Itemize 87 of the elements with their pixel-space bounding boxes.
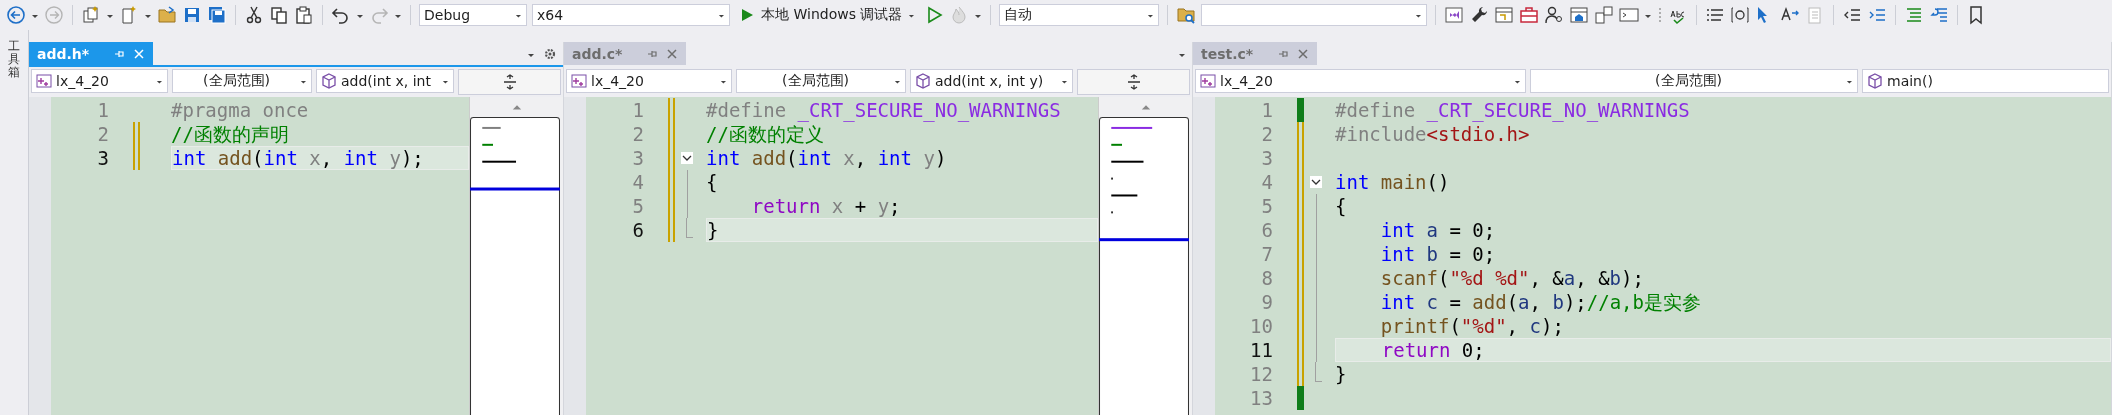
line-number: 1 — [96, 98, 109, 122]
scope-dropdown[interactable]: (全局范围) — [736, 69, 906, 93]
windows-icon[interactable] — [81, 5, 101, 25]
line-number: 11 — [1249, 338, 1273, 362]
code-line: #include<stdio.h> — [1335, 123, 1530, 145]
code-line: int c = add(a, b);//a,b是实参 — [1379, 291, 1701, 313]
code-line: { — [706, 171, 718, 193]
code-line: int a = 0; — [1379, 219, 1496, 241]
line-number: 5 — [631, 194, 644, 218]
configuration-dropdown[interactable]: Debug — [419, 4, 527, 26]
fold-icon[interactable] — [681, 152, 693, 164]
line-number: 1 — [1260, 98, 1273, 122]
code-line: int add(int x, int y) — [706, 147, 947, 169]
line-number: 7 — [1260, 242, 1273, 266]
run-button[interactable]: 本地 Windows 调试器 — [735, 3, 920, 27]
split-icon — [1125, 74, 1142, 90]
home-window-icon[interactable] — [1569, 5, 1590, 25]
copy-icon[interactable] — [269, 5, 289, 25]
project-dropdown[interactable]: lx_4_20 — [31, 69, 168, 93]
project-dropdown[interactable]: lx_4_20 — [1195, 69, 1526, 93]
project-dropdown[interactable]: lx_4_20 — [566, 69, 732, 93]
open-folder-icon[interactable] — [157, 5, 177, 25]
wrap-icon[interactable] — [1929, 5, 1950, 25]
fold-icon[interactable] — [1310, 176, 1322, 188]
line-number: 2 — [1260, 122, 1273, 146]
minimap-drawing[interactable] — [1099, 117, 1189, 415]
split-icon — [501, 74, 518, 90]
project-icon — [36, 73, 52, 89]
cube-icon — [321, 73, 337, 89]
code-line: int b = 0; — [1379, 243, 1496, 265]
mode-dropdown[interactable]: 自动 — [999, 4, 1160, 26]
code-line: //函数的定义 — [706, 123, 824, 145]
line-number: 5 — [1260, 194, 1273, 218]
line-number: 2 — [631, 122, 644, 146]
code-line: } — [1335, 363, 1347, 385]
line-number: 2 — [96, 122, 109, 146]
member-dropdown[interactable]: add(int x, int y) — [910, 69, 1073, 93]
panels-icon[interactable] — [1594, 5, 1615, 25]
code-line: scanf("%d %d", &a, &b); — [1379, 267, 1644, 289]
play-icon — [739, 7, 755, 23]
minimap-drawing[interactable] — [470, 117, 560, 415]
close-icon[interactable] — [1297, 47, 1310, 60]
line-number: 3 — [631, 146, 644, 170]
line-number: 13 — [1249, 386, 1273, 410]
line-number: 1 — [631, 98, 644, 122]
project-icon — [571, 73, 587, 89]
back-icon[interactable] — [6, 5, 26, 25]
grip-icon[interactable] — [1657, 6, 1664, 24]
cube-icon — [1867, 73, 1883, 89]
code-line: int main() — [1335, 171, 1450, 193]
toolbox-tab[interactable]: 工具箱 — [8, 40, 20, 80]
line-number: 10 — [1249, 314, 1273, 338]
scope-dropdown[interactable]: (全局范围) — [1530, 69, 1858, 93]
line-number: 3 — [96, 146, 109, 170]
toolbox-icon[interactable] — [1519, 5, 1540, 25]
member-dropdown[interactable]: add(int x, int — [316, 69, 454, 93]
paste-icon[interactable] — [294, 5, 314, 25]
member-dropdown[interactable]: main() — [1862, 69, 2109, 93]
code-line: #define _CRT_SECURE_NO_WARNINGS — [706, 99, 1061, 121]
code-line: printf("%d", c); — [1379, 315, 1564, 337]
project-icon — [1200, 73, 1216, 89]
code-line: { — [1335, 195, 1347, 217]
code-line: return x + y; — [750, 195, 901, 217]
code-line: //函数的声明 — [171, 123, 289, 145]
undo-icon[interactable] — [331, 5, 351, 25]
settings-icon[interactable] — [543, 46, 557, 61]
close-icon[interactable] — [666, 47, 679, 60]
line-number: 4 — [1260, 170, 1273, 194]
code-line: #define _CRT_SECURE_NO_WARNINGS — [1335, 99, 1690, 121]
cut-icon[interactable] — [244, 5, 264, 25]
cube-icon — [915, 73, 931, 89]
save-icon[interactable] — [182, 5, 202, 25]
window-icon[interactable] — [1444, 5, 1465, 25]
line-number: 8 — [1260, 266, 1273, 290]
code-line: #pragma once — [171, 99, 309, 121]
line-number: 6 — [1260, 218, 1273, 242]
line-number: 3 — [1260, 146, 1273, 170]
scope-dropdown[interactable]: (全局范围) — [172, 69, 312, 93]
platform-dropdown[interactable]: x64 — [532, 4, 730, 26]
folder-search-icon[interactable] — [1176, 5, 1197, 25]
close-icon[interactable] — [133, 47, 146, 60]
line-number: 6 — [631, 218, 644, 242]
line-number: 4 — [631, 170, 644, 194]
line-number: 9 — [1260, 290, 1273, 314]
save-all-icon[interactable] — [207, 5, 227, 25]
person-icon[interactable] — [1544, 5, 1565, 25]
line-number: 12 — [1249, 362, 1273, 386]
